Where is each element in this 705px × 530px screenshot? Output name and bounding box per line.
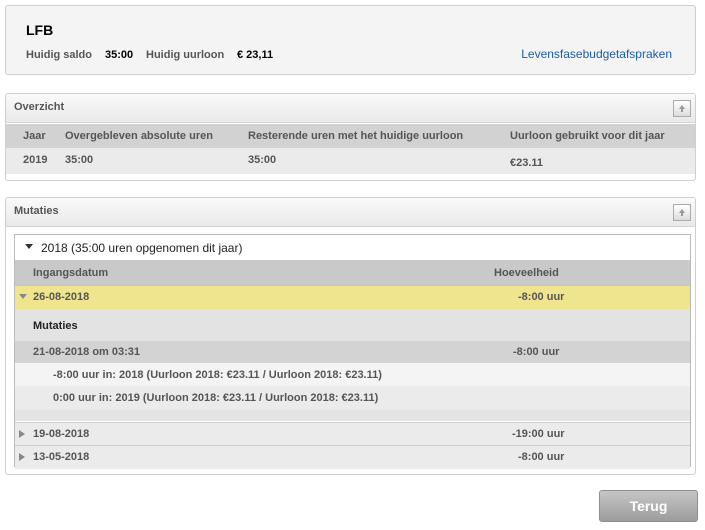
year-group-label: 2018 (35:00 uren opgenomen dit jaar) [41,241,243,255]
mutation-row[interactable]: 19-08-2018 -19:00 uur [15,422,690,446]
entry-line-text: -8:00 uur in: 2018 (Uurloon 2018: €23.11… [53,369,382,381]
col-hoeveelheid: Hoeveelheid [494,267,559,279]
entry-date: 21-08-2018 om 03:31 [33,346,141,358]
mutaties-header: Mutaties [6,198,695,227]
collapse-up-icon [679,105,685,112]
saldo-value: 35:00 [105,49,134,61]
collapse-button[interactable] [673,204,691,221]
mutaties-panel: Mutaties 2018 (35:00 uren opgenomen dit … [5,197,696,475]
collapse-button[interactable] [673,100,691,117]
mutation-row[interactable]: 13-05-2018 -8:00 uur [15,445,690,469]
mutaties-column-headers: Ingangsdatum Hoeveelheid [15,260,690,286]
overzicht-header: Overzicht [6,94,695,123]
cell-resterend: 35:00 [248,154,277,166]
mutation-amount: -8:00 uur [518,451,565,463]
col-ingangsdatum: Ingangsdatum [33,267,109,279]
page-title: LFB [26,22,54,38]
levensfasebudget-link[interactable]: Levensfasebudgetafspraken [521,47,672,61]
back-button[interactable]: Terug [599,490,698,522]
saldo-label: Huidig saldo [26,49,92,61]
entry-line: 0:00 uur in: 2019 (Uurloon 2018: €23.11 … [15,386,690,410]
year-group-2018: 2018 (35:00 uren opgenomen dit jaar) Ing… [14,234,691,469]
col-jaar: Jaar [23,130,46,142]
overzicht-panel: Overzicht Jaar Overgebleven absolute ure… [5,93,696,181]
collapse-up-icon [679,209,685,216]
overzicht-column-headers: Jaar Overgebleven absolute uren Resteren… [6,124,695,148]
col-uurloon: Uurloon gebruikt voor dit jaar [510,130,665,142]
triangle-right-icon [19,430,25,438]
mutation-amount: -8:00 uur [518,291,565,303]
lfb-summary-panel: LFB Huidig saldo 35:00 Huidig uurloon € … [5,5,696,75]
entry-amount: -8:00 uur [513,346,560,358]
mutaties-title: Mutaties [14,205,59,217]
col-overgebleven: Overgebleven absolute uren [65,130,213,142]
triangle-down-icon [25,244,33,249]
uurloon-label: Huidig uurloon [146,49,225,61]
mutation-amount: -19:00 uur [512,428,565,440]
col-resterend: Resterende uren met het huidige uurloon [248,130,464,142]
cell-overgebleven: 35:00 [65,154,94,166]
year-group-toggle[interactable]: 2018 (35:00 uren opgenomen dit jaar) [15,235,690,261]
mutation-detail-title: Mutaties [33,320,78,332]
mutation-entry: 21-08-2018 om 03:31 -8:00 uur [15,341,690,363]
uurloon-value: € 23,11 [237,49,274,61]
table-row: 2019 35:00 35:00 €23.11 [6,148,695,174]
triangle-down-icon [19,294,27,299]
entry-line: -8:00 uur in: 2018 (Uurloon 2018: €23.11… [15,363,690,386]
entry-line-text: 0:00 uur in: 2019 (Uurloon 2018: €23.11 … [53,392,379,404]
mutation-date: 13-05-2018 [33,451,90,463]
overzicht-title: Overzicht [14,101,65,113]
mutation-date: 26-08-2018 [33,291,90,303]
cell-jaar: 2019 [23,154,48,166]
mutation-date: 19-08-2018 [33,428,90,440]
cell-uurloon: €23.11 [510,157,544,169]
mutation-row-selected[interactable]: 26-08-2018 -8:00 uur [15,286,690,310]
triangle-right-icon [19,453,25,461]
